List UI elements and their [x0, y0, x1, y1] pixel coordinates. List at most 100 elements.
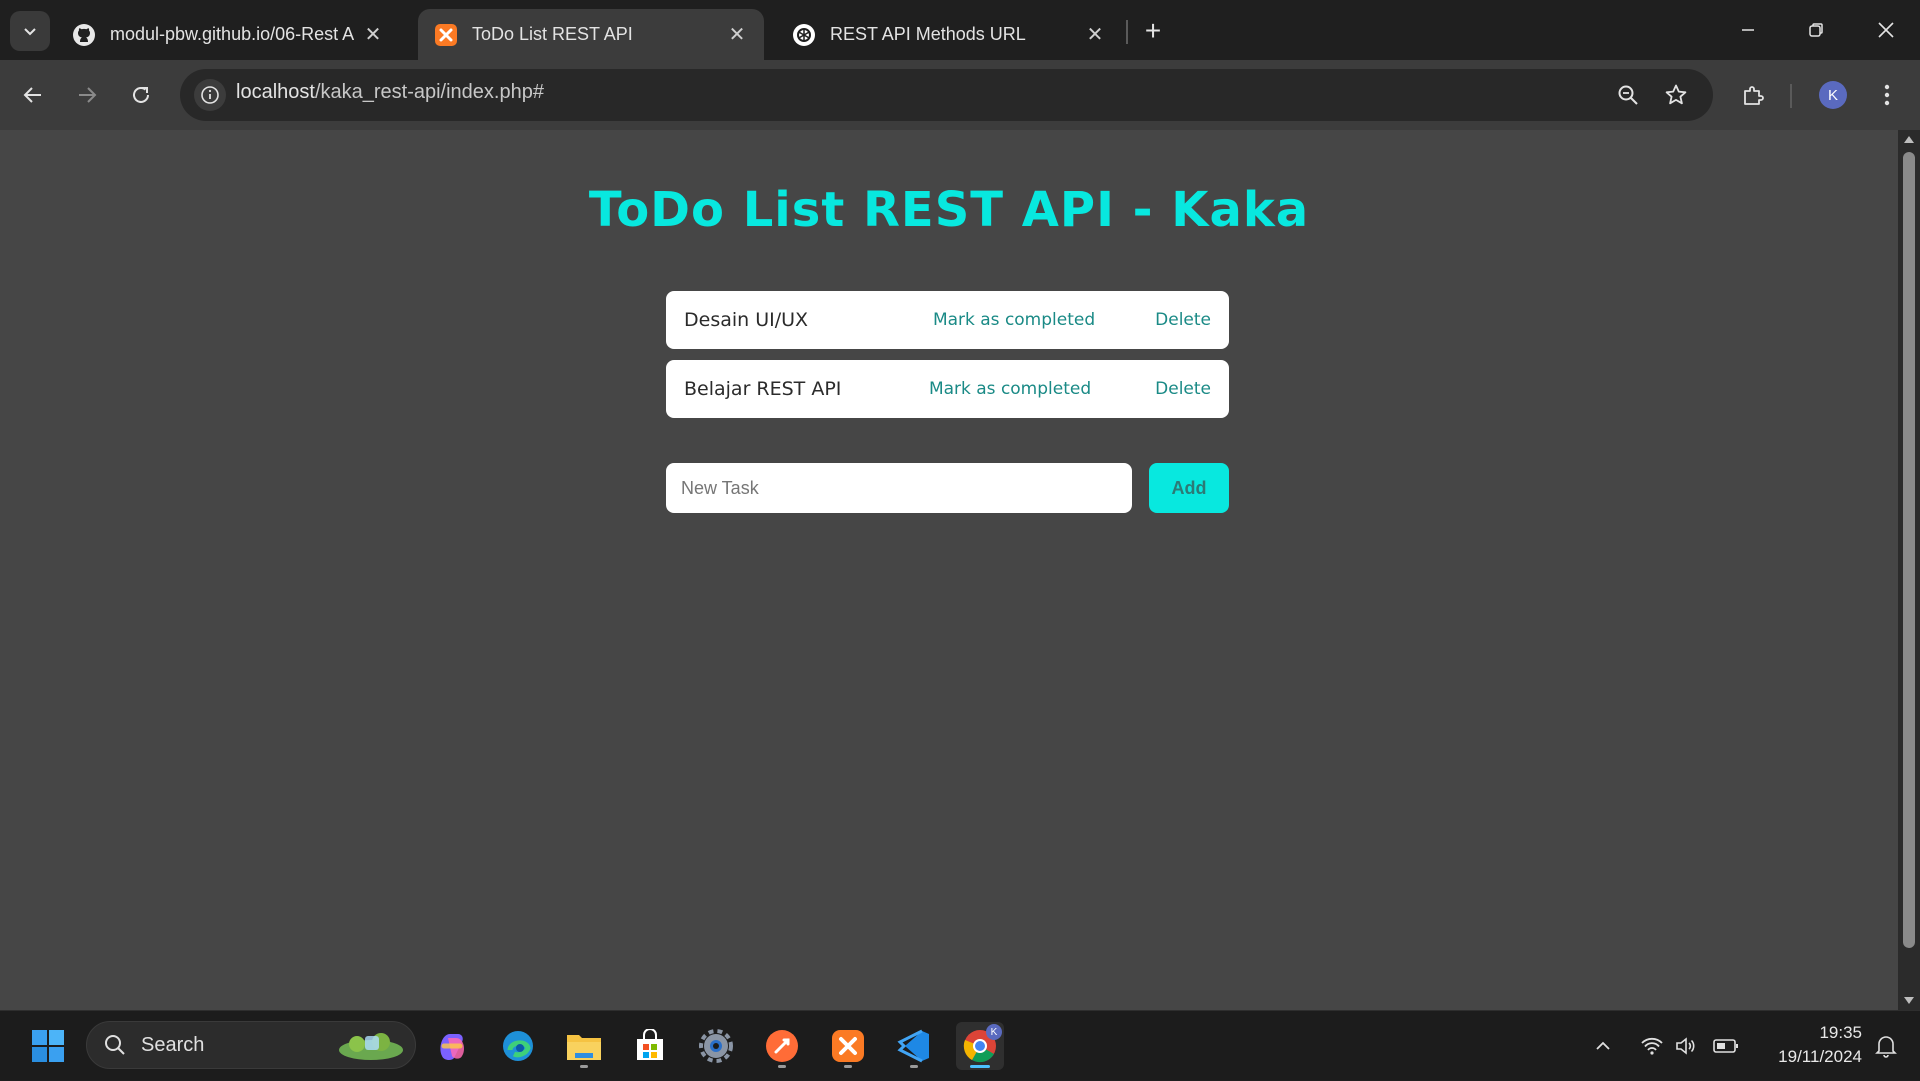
file-explorer-icon: [567, 1035, 601, 1060]
microsoft-store-icon: [637, 1029, 663, 1060]
extensions-button[interactable]: [1732, 74, 1774, 116]
tab-todo-list[interactable]: ToDo List REST API ✕: [418, 9, 764, 60]
minimize-button[interactable]: [1726, 12, 1770, 48]
settings-icon: [699, 1029, 733, 1063]
delete-link[interactable]: Delete: [1155, 379, 1211, 399]
running-indicator: [970, 1065, 990, 1068]
tab-rest-api-methods[interactable]: REST API Methods URL ✕: [776, 9, 1122, 60]
back-button[interactable]: [12, 74, 54, 116]
scroll-up-arrow-icon[interactable]: [1904, 136, 1914, 143]
github-icon: [72, 23, 96, 47]
chevron-down-icon: [24, 28, 36, 36]
edge-icon: [503, 1031, 533, 1061]
speaker-icon: [1676, 1037, 1695, 1055]
mark-completed-link[interactable]: Mark as completed: [929, 379, 1091, 399]
chatgpt-icon: [792, 23, 816, 47]
bookmark-star-icon[interactable]: [1660, 79, 1692, 111]
scroll-down-arrow-icon[interactable]: [1904, 997, 1914, 1004]
task-item: Desain UI/UX Mark as completed Delete: [666, 291, 1229, 349]
arrow-right-icon: [79, 87, 97, 103]
url-text: localhost/kaka_rest-api/index.php#: [236, 81, 544, 104]
task-item: Belajar REST API Mark as completed Delet…: [666, 360, 1229, 418]
copilot-icon: [440, 1034, 464, 1061]
browser-toolbar: localhost/kaka_rest-api/index.php# K: [0, 60, 1920, 130]
taskbar-vscode[interactable]: [890, 1022, 938, 1070]
page-title: ToDo List REST API - Kaka: [588, 182, 1310, 238]
close-tab-icon[interactable]: ✕: [1084, 24, 1106, 46]
zoom-icon[interactable]: [1612, 79, 1644, 111]
task-text: Belajar REST API: [684, 378, 842, 400]
tab-title: REST API Methods URL: [830, 24, 1026, 44]
search-label: Search: [141, 1033, 205, 1056]
tab-search-button[interactable]: [10, 11, 50, 51]
xampp-icon: [832, 1030, 864, 1062]
new-tab-button[interactable]: +: [1138, 15, 1168, 46]
url-host: localhost: [236, 81, 315, 103]
page-viewport: ToDo List REST API - Kaka Desain UI/UX M…: [0, 130, 1898, 1010]
close-window-button[interactable]: [1864, 12, 1908, 48]
taskbar-xampp[interactable]: [824, 1022, 872, 1070]
restore-button[interactable]: [1794, 12, 1838, 48]
running-indicator: [580, 1065, 588, 1068]
puzzle-icon: [1744, 86, 1764, 105]
show-hidden-icons-button[interactable]: [1588, 1011, 1618, 1081]
profile-button[interactable]: K: [1812, 74, 1854, 116]
page-scrollbar[interactable]: [1898, 130, 1920, 1010]
address-bar[interactable]: localhost/kaka_rest-api/index.php#: [180, 69, 1713, 121]
url-path: /kaka_rest-api/index.php#: [314, 81, 544, 103]
clock-time: 19:35: [1819, 1023, 1862, 1042]
battery-icon: [1713, 1039, 1738, 1053]
menu-button[interactable]: [1866, 74, 1908, 116]
reload-button[interactable]: [120, 74, 162, 116]
chrome-profile-badge: K: [986, 1024, 1002, 1040]
arrow-left-icon: [23, 87, 41, 103]
tab-strip: modul-pbw.github.io/06-Rest A ✕ ToDo Lis…: [0, 0, 1920, 60]
running-indicator: [844, 1065, 852, 1068]
battery-status[interactable]: [1710, 1011, 1742, 1081]
mark-completed-link[interactable]: Mark as completed: [933, 310, 1095, 330]
taskbar-copilot[interactable]: [428, 1022, 476, 1070]
new-task-input[interactable]: [666, 463, 1132, 513]
taskbar-postman[interactable]: [758, 1022, 806, 1070]
clock-date: 19/11/2024: [1778, 1047, 1862, 1066]
chevron-up-icon: [1596, 1041, 1610, 1050]
volume-status[interactable]: [1670, 1011, 1702, 1081]
task-text: Desain UI/UX: [684, 309, 809, 331]
system-clock[interactable]: 19:35 19/11/2024: [1742, 1021, 1862, 1069]
taskbar-chrome[interactable]: K: [956, 1022, 1004, 1070]
forward-button[interactable]: [66, 74, 108, 116]
taskbar-search[interactable]: Search: [86, 1021, 416, 1069]
taskbar-edge[interactable]: [494, 1022, 542, 1070]
taskbar-settings[interactable]: [692, 1022, 740, 1070]
close-icon: [1878, 22, 1894, 38]
scrollbar-thumb[interactable]: [1903, 152, 1915, 948]
search-highlight-illustration-icon: [339, 1033, 403, 1060]
minimize-icon: [1742, 29, 1754, 31]
notifications-button[interactable]: [1870, 1011, 1902, 1081]
site-info-icon[interactable]: [194, 79, 226, 111]
windows-start-button[interactable]: [24, 1022, 72, 1070]
notification-bell-icon: [1875, 1036, 1897, 1058]
wifi-icon: [1641, 1037, 1663, 1055]
delete-link[interactable]: Delete: [1155, 310, 1211, 330]
toolbar-divider: [1790, 84, 1792, 108]
taskbar-file-explorer[interactable]: [560, 1022, 608, 1070]
windows-taskbar: Search K 19:35 19/11/2024: [0, 1010, 1920, 1080]
tab-separator: [1126, 20, 1128, 44]
windows-start-icon: [32, 1030, 64, 1062]
tab-title: modul-pbw.github.io/06-Rest A: [110, 24, 354, 44]
postman-icon: [766, 1030, 798, 1062]
xampp-icon: [434, 23, 458, 47]
close-tab-icon[interactable]: ✕: [362, 24, 384, 46]
avatar: K: [1819, 81, 1847, 109]
running-indicator: [910, 1065, 918, 1068]
kebab-menu-icon: [1884, 84, 1890, 106]
close-tab-icon[interactable]: ✕: [726, 24, 748, 46]
taskbar-microsoft-store[interactable]: [626, 1022, 674, 1070]
restore-icon: [1809, 23, 1823, 37]
add-task-button[interactable]: Add: [1149, 463, 1229, 513]
search-icon: [105, 1035, 125, 1055]
tab-github[interactable]: modul-pbw.github.io/06-Rest A ✕: [56, 9, 400, 60]
wifi-status[interactable]: [1636, 1011, 1668, 1081]
tab-title: ToDo List REST API: [472, 24, 633, 44]
